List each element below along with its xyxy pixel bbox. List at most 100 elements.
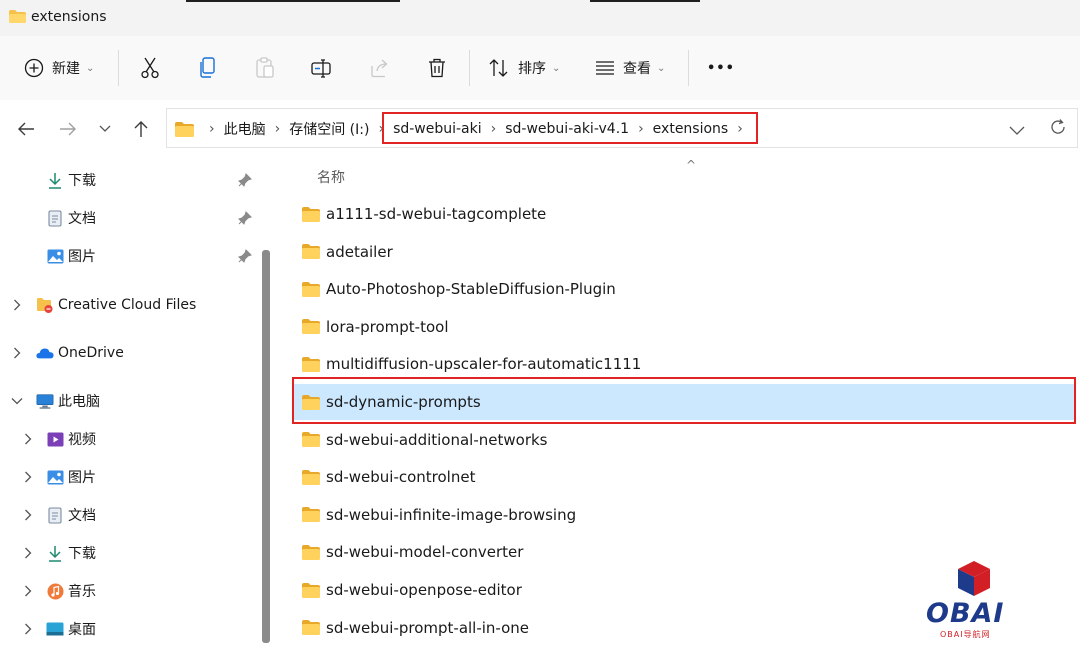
folder-row[interactable]: sd-webui-infinite-image-browsing [294, 497, 1076, 533]
watermark-subtitle: OBAI导航网 [940, 630, 991, 639]
more-icon: ••• [707, 60, 735, 76]
breadcrumb-this-pc[interactable]: 此电脑 [224, 119, 266, 139]
toolbar-divider [469, 50, 470, 86]
folder-icon [302, 281, 320, 297]
sidebar-item-pictures[interactable]: 图片 [46, 243, 96, 269]
folder-icon [302, 582, 320, 598]
picture-icon [46, 468, 64, 486]
sidebar-item-creative-cloud[interactable]: Creative Cloud Files [36, 292, 196, 318]
chevron-down-icon [1009, 126, 1025, 135]
sort-icon [489, 59, 508, 77]
folder-icon [302, 544, 320, 560]
rename-button[interactable] [311, 54, 333, 82]
folder-icon [302, 206, 320, 222]
new-button[interactable]: 新建 ⌄ [24, 54, 94, 82]
recent-locations-button[interactable] [94, 118, 116, 140]
sidebar-item-label: 文档 [68, 211, 96, 227]
expand-chevron-icon[interactable] [21, 508, 35, 522]
sidebar-item-onedrive[interactable]: OneDrive [36, 340, 124, 366]
brand-watermark: OBAI OBAI导航网 [924, 560, 1024, 640]
sidebar-item-label: 此电脑 [58, 394, 100, 410]
navigation-pane: 下载 文档 图片 Creative Cloud Files OneDrive 此… [0, 156, 276, 643]
chevron-down-icon: ⌄ [86, 62, 95, 74]
folder-icon [302, 620, 320, 636]
collapse-chevron-icon[interactable] [10, 394, 24, 408]
plus-circle-icon [24, 58, 44, 78]
sidebar-item-videos[interactable]: 视频 [46, 426, 96, 452]
address-highlight-box [382, 112, 758, 144]
back-button[interactable] [15, 118, 37, 140]
document-icon [46, 506, 64, 524]
folder-row[interactable]: adetailer [294, 234, 1076, 270]
command-bar: 新建 ⌄ 排序 ⌄ 查看 ⌄ ••• [0, 36, 1080, 100]
pin-icon [238, 173, 252, 187]
arrow-up-icon [134, 121, 148, 137]
chevron-right-icon: › [274, 121, 281, 137]
folder-row[interactable]: a1111-sd-webui-tagcomplete [294, 196, 1076, 232]
download-icon [46, 544, 64, 562]
breadcrumb-drive[interactable]: 存储空间 (I:) [289, 119, 369, 139]
folder-name: a1111-sd-webui-tagcomplete [326, 205, 547, 223]
picture-icon [46, 247, 64, 265]
refresh-button[interactable] [1049, 118, 1067, 140]
expand-chevron-icon[interactable] [10, 346, 24, 360]
sort-button[interactable]: 排序 ⌄ [488, 54, 560, 82]
trash-icon [429, 58, 445, 78]
share-icon [371, 59, 388, 78]
folder-icon [9, 10, 26, 23]
pin-icon [238, 249, 252, 263]
window-title: extensions [31, 9, 107, 25]
title-bar: extensions [0, 0, 1080, 36]
expand-chevron-icon[interactable] [21, 432, 35, 446]
folder-name: sd-webui-additional-networks [326, 430, 548, 449]
cut-button[interactable] [140, 54, 160, 82]
folder-row[interactable]: lora-prompt-tool [294, 309, 1076, 345]
sidebar-item-pictures[interactable]: 图片 [46, 464, 96, 490]
more-options-button[interactable]: ••• [707, 54, 735, 82]
expand-chevron-icon[interactable] [21, 584, 35, 598]
sidebar-item-label: 音乐 [68, 584, 96, 600]
sidebar-item-label: 下载 [68, 173, 96, 189]
sidebar-item-documents[interactable]: 文档 [46, 502, 96, 528]
forward-button[interactable] [57, 118, 79, 140]
up-button[interactable] [130, 118, 152, 140]
pin-icon [238, 211, 252, 225]
column-header-name[interactable]: 名称 [317, 167, 345, 187]
sidebar-item-this-pc[interactable]: 此电脑 [36, 388, 100, 414]
copy-button[interactable] [198, 54, 218, 82]
folder-name: lora-prompt-tool [326, 317, 449, 336]
view-button[interactable]: 查看 ⌄ [595, 54, 665, 82]
share-button[interactable] [369, 54, 391, 82]
folder-row[interactable]: sd-webui-controlnet [294, 459, 1076, 495]
sidebar-item-downloads[interactable]: 下载 [46, 167, 96, 193]
folder-name: sd-webui-model-converter [326, 543, 524, 562]
refresh-icon [1051, 119, 1065, 134]
paste-icon [256, 57, 274, 78]
sidebar-item-desktop[interactable]: 桌面 [46, 616, 96, 642]
sidebar-item-label: Creative Cloud Files [58, 297, 197, 313]
folder-row[interactable]: sd-webui-additional-networks [294, 422, 1076, 458]
expand-chevron-icon[interactable] [21, 470, 35, 484]
window-edge [590, 0, 700, 2]
selected-row-highlight-box [292, 377, 1076, 424]
sidebar-item-downloads[interactable]: 下载 [46, 540, 96, 566]
sort-ascending-icon: ^ [686, 158, 697, 172]
sidebar-item-music[interactable]: 音乐 [46, 578, 96, 604]
chevron-down-icon: ⌄ [552, 62, 561, 74]
folder-name: Auto-Photoshop-StableDiffusion-Plugin [326, 280, 616, 299]
address-history-button[interactable] [1009, 121, 1025, 140]
sidebar-scrollbar-thumb[interactable] [262, 250, 270, 643]
folder-icon [302, 469, 320, 485]
paste-button[interactable] [255, 54, 275, 82]
sidebar-item-label: 视频 [68, 432, 96, 448]
delete-button[interactable] [427, 54, 447, 82]
folder-row[interactable]: Auto-Photoshop-StableDiffusion-Plugin [294, 271, 1076, 307]
expand-chevron-icon[interactable] [21, 546, 35, 560]
expand-chevron-icon[interactable] [10, 298, 24, 312]
sidebar-item-documents[interactable]: 文档 [46, 205, 96, 231]
download-icon [46, 171, 64, 189]
expand-chevron-icon[interactable] [21, 622, 35, 636]
chevron-down-icon [99, 125, 111, 132]
sidebar-item-label: 桌面 [68, 622, 96, 638]
toolbar-divider [688, 50, 689, 86]
